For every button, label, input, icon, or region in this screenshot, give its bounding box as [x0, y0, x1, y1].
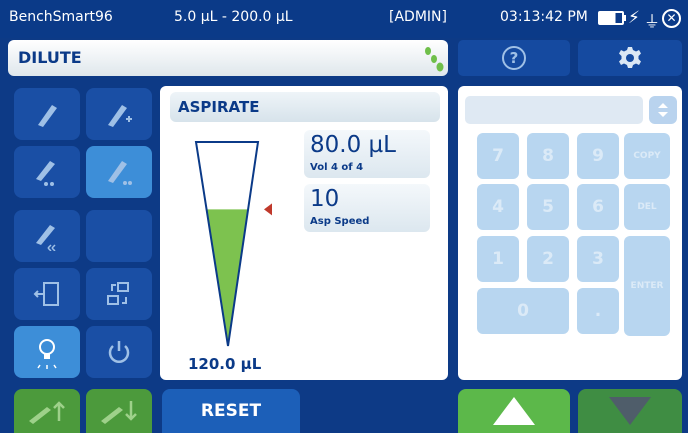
- liquid-fill: [206, 209, 249, 346]
- keypad-input[interactable]: [465, 96, 643, 124]
- key-5[interactable]: 5: [527, 184, 569, 230]
- power-button[interactable]: [86, 326, 152, 378]
- battery-icon: [598, 11, 624, 25]
- door-button[interactable]: [14, 268, 80, 320]
- help-icon: ?: [502, 46, 526, 70]
- reset-button[interactable]: RESET: [162, 389, 300, 433]
- close-icon[interactable]: ✕: [662, 9, 681, 28]
- key-copy[interactable]: COPY: [624, 133, 670, 179]
- spinner-icon: [658, 103, 668, 117]
- device-name: BenchSmart96: [9, 9, 113, 25]
- tip-gauge: [194, 141, 272, 347]
- down-arrow-button[interactable]: [578, 389, 682, 433]
- key-2[interactable]: 2: [527, 236, 569, 282]
- down-arrow-icon: [609, 397, 651, 425]
- light-button[interactable]: [14, 326, 80, 378]
- speed-value: 10: [310, 186, 340, 212]
- user-role: [ADMIN]: [389, 9, 447, 25]
- level-marker: [264, 203, 272, 216]
- key-8[interactable]: 8: [527, 133, 569, 179]
- pipette-dilute-button[interactable]: [86, 146, 152, 198]
- aspirate-title: ASPIRATE: [178, 98, 260, 116]
- volume-range: 5.0 µL - 200.0 µL: [174, 9, 293, 25]
- speed-sub: Asp Speed: [310, 216, 370, 227]
- empty-slot: [86, 210, 152, 262]
- key-6[interactable]: 6: [577, 184, 619, 230]
- key-3[interactable]: 3: [577, 236, 619, 282]
- key-0[interactable]: 0: [477, 288, 569, 334]
- pipette-dilute-icon: [108, 161, 132, 185]
- power-icon: [108, 341, 130, 363]
- pipette-drops-icon: [36, 161, 55, 186]
- volume-value: 80.0 µL: [310, 132, 396, 158]
- pipette-add-button[interactable]: [86, 88, 152, 140]
- pipette-button[interactable]: [14, 88, 80, 140]
- mode-bar: DILUTE: [8, 40, 448, 76]
- settings-button[interactable]: [578, 40, 682, 76]
- tip-up-icon: [29, 401, 65, 424]
- tip-down-icon: [101, 401, 137, 424]
- pipette-dispense-button[interactable]: [14, 146, 80, 198]
- key-4[interactable]: 4: [477, 184, 519, 230]
- key-7[interactable]: 7: [477, 133, 519, 179]
- pipette-reverse-icon: [36, 225, 56, 251]
- light-bulb-icon: [37, 339, 57, 369]
- pipette-icon: [38, 105, 57, 127]
- charging-icon: ⚡: [628, 8, 640, 28]
- volume-sub: Vol 4 of 4: [310, 162, 364, 173]
- help-button[interactable]: ?: [458, 40, 570, 76]
- key-1[interactable]: 1: [477, 236, 519, 282]
- spinner-button[interactable]: [649, 96, 677, 124]
- transfer-button[interactable]: [86, 268, 152, 320]
- gear-icon: [619, 47, 641, 68]
- usb-icon: ⏚: [644, 12, 661, 31]
- mode-title: DILUTE: [18, 48, 82, 67]
- up-arrow-button[interactable]: [458, 389, 570, 433]
- speed-box[interactable]: 10 Asp Speed: [304, 184, 430, 232]
- droplets-icon: [425, 47, 444, 72]
- pipette-add-icon: [108, 105, 132, 127]
- battery-tip: [624, 15, 626, 21]
- key-9[interactable]: 9: [577, 133, 619, 179]
- pipette-reverse-button[interactable]: [14, 210, 80, 262]
- aspirate-header: ASPIRATE: [170, 92, 440, 122]
- volume-box[interactable]: 80.0 µL Vol 4 of 4: [304, 130, 430, 178]
- tip-down-button[interactable]: [86, 389, 152, 433]
- transfer-icon: [107, 282, 129, 305]
- door-exit-icon: [33, 282, 59, 306]
- key-del[interactable]: DEL: [624, 184, 670, 230]
- clock: 03:13:42 PM: [500, 9, 588, 25]
- key-enter[interactable]: ENTER: [624, 236, 670, 336]
- up-arrow-icon: [493, 397, 535, 425]
- total-volume: 120.0 µL: [188, 355, 262, 373]
- key-decimal[interactable]: .: [577, 288, 619, 334]
- tip-up-button[interactable]: [14, 389, 80, 433]
